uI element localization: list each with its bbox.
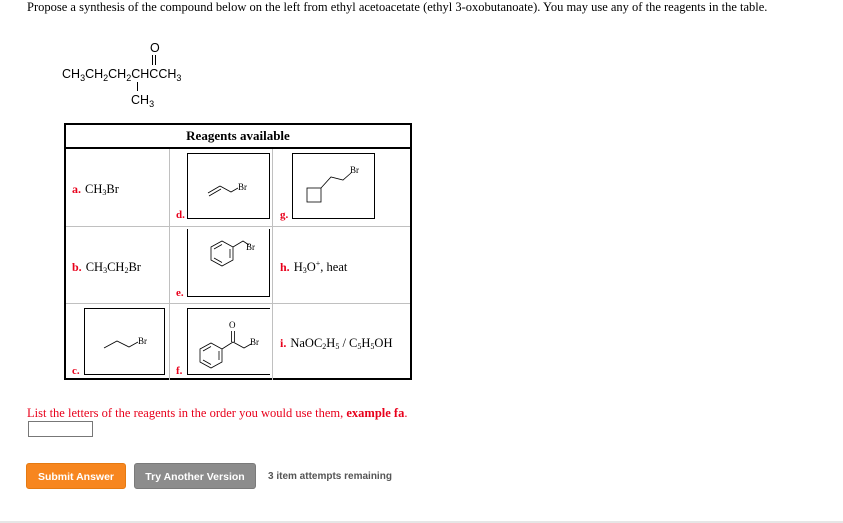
target-main-chain: CH3CH2CH2CHCCH3 xyxy=(62,67,181,83)
reagent-formula: CH3CH2Br xyxy=(85,260,141,275)
reagent-letter: e. xyxy=(176,287,184,299)
svg-text:Br: Br xyxy=(238,182,247,192)
grid-divider xyxy=(66,303,410,304)
reagent-formula: NaOC2H5 / C5H5OH xyxy=(290,336,393,351)
reagent-letter: i. xyxy=(280,336,287,350)
svg-text:Br: Br xyxy=(246,242,255,252)
target-oxygen: O xyxy=(150,41,160,55)
reagent-a: a. CH3Br xyxy=(72,180,119,198)
answer-instructions: List the letters of the reagents in the … xyxy=(27,406,408,420)
try-another-version-button[interactable]: Try Another Version xyxy=(134,463,256,489)
answer-example: example fa xyxy=(346,406,405,420)
reagent-h: h. H3O+, heat xyxy=(280,258,347,276)
reagent-letter: a. xyxy=(72,182,81,196)
reagent-letter: f. xyxy=(176,365,183,377)
reagent-i: i. NaOC2H5 / C5H5OH xyxy=(280,334,392,352)
grid-divider xyxy=(66,226,410,227)
svg-text:O: O xyxy=(229,320,236,330)
reagent-letter: c. xyxy=(72,365,80,377)
grid-divider xyxy=(169,149,170,380)
question-prompt: Propose a synthesis of the compound belo… xyxy=(27,0,768,14)
reagents-table: Reagents available a. CH3Br b. CH3CH2Br … xyxy=(64,123,412,380)
target-compound-structure: O CH3CH2CH2CHCCH3 CH3 xyxy=(58,38,218,110)
reagent-e-structure: Br xyxy=(187,229,270,297)
reagent-letter: b. xyxy=(72,260,82,274)
reagent-c-structure: Br xyxy=(84,308,165,375)
svg-text:Br: Br xyxy=(250,337,259,347)
reagent-formula: CH3Br xyxy=(85,182,119,197)
reagent-formula: H3O+, heat xyxy=(293,259,348,275)
reagent-letter: g. xyxy=(280,209,289,221)
reagent-letter: d. xyxy=(176,209,185,221)
attempts-remaining: 3 item attempts remaining xyxy=(268,471,392,482)
submit-answer-button[interactable]: Submit Answer xyxy=(26,463,126,489)
grid-divider xyxy=(272,149,273,380)
reagent-b: b. CH3CH2Br xyxy=(72,258,141,276)
svg-text:Br: Br xyxy=(350,165,359,175)
answer-input[interactable] xyxy=(28,421,93,437)
target-branch-methyl: CH3 xyxy=(131,93,154,109)
reagent-g-structure: Br xyxy=(292,153,375,219)
reagent-f-structure: O Br xyxy=(187,308,270,375)
reagent-letter: h. xyxy=(280,260,290,274)
reagents-table-header: Reagents available xyxy=(66,125,410,149)
svg-text:Br: Br xyxy=(138,336,147,346)
reagent-d-structure: Br xyxy=(187,153,270,219)
